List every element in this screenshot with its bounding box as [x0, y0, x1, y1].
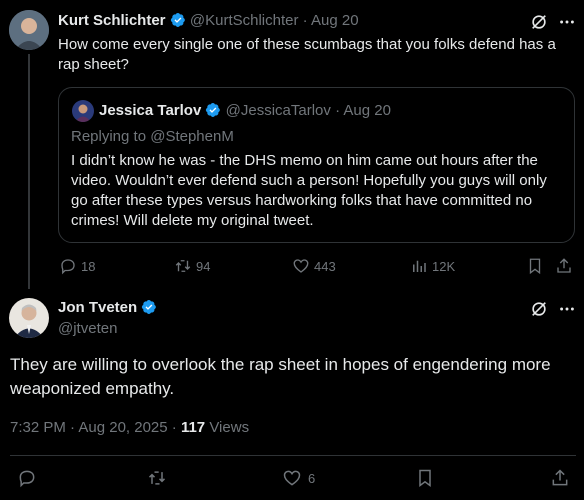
grok-icon[interactable]: [530, 13, 548, 31]
quoted-tweet-card[interactable]: Jessica Tarlov @JessicaTarlov · Aug 20 R…: [58, 87, 575, 243]
verified-badge-icon: [142, 300, 157, 314]
thread-line: [28, 54, 30, 289]
verified-badge-icon: [206, 103, 221, 117]
views-count: 12K: [432, 258, 456, 274]
quote-author-name[interactable]: Jessica Tarlov: [99, 102, 201, 119]
parent-tweet-text: How come every single one of these scumb…: [58, 36, 556, 73]
reply-icon: [19, 470, 35, 488]
main-views-count: 117: [180, 419, 206, 436]
share-icon: [552, 469, 568, 486]
more-icon[interactable]: [558, 13, 576, 31]
jon-avatar[interactable]: [9, 298, 49, 338]
parent-tweet-header: Kurt Schlichter @KurtSchlichter · Aug 20: [58, 12, 359, 29]
quote-author-handle[interactable]: @JessicaTarlov: [226, 102, 331, 119]
main-reply-button[interactable]: [17, 468, 37, 488]
bookmark-icon: [419, 469, 431, 487]
like-icon: [283, 470, 301, 486]
jessica-avatar[interactable]: [72, 100, 94, 122]
like-icon: [293, 259, 309, 273]
bookmark-icon[interactable]: [526, 257, 544, 275]
quote-date[interactable]: · Aug 20: [335, 102, 391, 119]
repost-icon: [148, 471, 166, 485]
verified-badge-icon: [170, 13, 185, 27]
parent-date[interactable]: · Aug 20: [303, 12, 359, 29]
like-count: 443: [314, 258, 336, 274]
main-like-button[interactable]: 6: [282, 468, 315, 488]
quote-replying-to[interactable]: Replying to @StephenM: [71, 128, 234, 145]
main-tweet-header: Jon Tveten: [58, 299, 157, 316]
like-metric[interactable]: 443: [292, 257, 336, 275]
main-author-handle[interactable]: @jtveten: [58, 320, 117, 337]
repost-count: 94: [196, 258, 211, 274]
parent-author-handle[interactable]: @KurtSchlichter: [190, 12, 299, 29]
more-icon[interactable]: [558, 300, 576, 318]
parent-author-name[interactable]: Kurt Schlichter: [58, 12, 166, 29]
main-share-button[interactable]: [550, 468, 570, 488]
quote-text: I didn’t know he was - the DHS memo on h…: [71, 152, 547, 229]
reply-metric[interactable]: 18: [59, 257, 95, 275]
main-timestamp[interactable]: 7:32 PM · Aug 20, 2025 ·: [10, 419, 181, 436]
repost-icon: [175, 260, 191, 272]
quote-header: Jessica Tarlov @JessicaTarlov · Aug 20: [99, 102, 391, 119]
repost-metric[interactable]: 94: [174, 257, 210, 275]
main-repost-button[interactable]: [147, 468, 167, 488]
views-metric[interactable]: 12K: [410, 257, 455, 275]
main-views-label: Views: [205, 419, 250, 436]
main-tweet-text: They are willing to overlook the rap she…: [10, 355, 551, 398]
kurt-avatar[interactable]: [9, 10, 49, 50]
divider: [10, 455, 576, 456]
share-icon[interactable]: [555, 257, 573, 275]
main-tweet-meta: 7:32 PM · Aug 20, 2025 · 117 Views: [10, 419, 249, 436]
main-bookmark-button[interactable]: [415, 468, 435, 488]
grok-icon[interactable]: [530, 300, 548, 318]
views-icon: [413, 260, 426, 272]
main-author-name[interactable]: Jon Tveten: [58, 299, 137, 316]
reply-icon: [61, 259, 75, 275]
main-like-count: 6: [308, 470, 316, 486]
reply-count: 18: [81, 258, 96, 274]
